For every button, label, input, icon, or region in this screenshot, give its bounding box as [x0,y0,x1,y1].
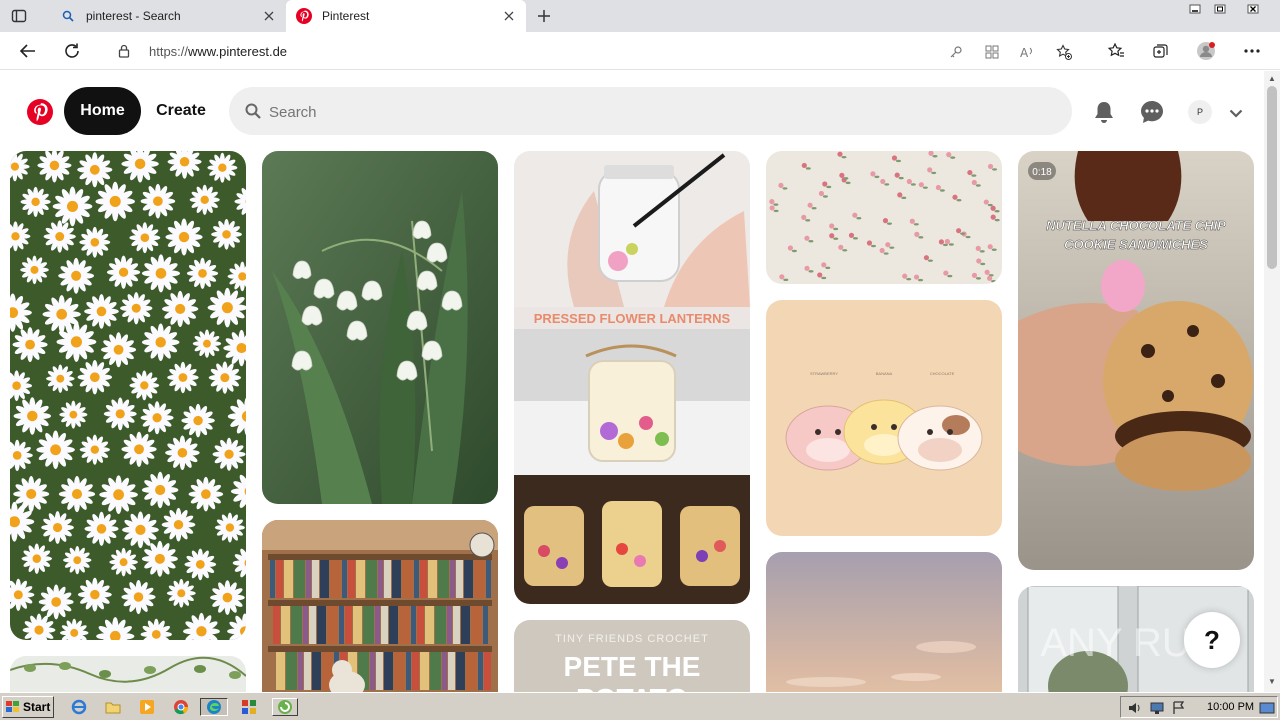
windows-taskbar: Start 10:00 PM [0,692,1280,720]
profile-icon[interactable] [1196,41,1216,61]
pin-daisies[interactable] [10,151,246,640]
key-icon[interactable] [948,44,964,60]
tab-actions-icon[interactable] [10,7,28,25]
pin-nutella-cookies-video[interactable]: 0:18 NUTELLA CHOCOLATE CHIP COOKIE SANDW… [1018,151,1254,570]
refresh-icon[interactable] [62,41,82,61]
lanterns-image: PRESSED FLOWER LANTERNS [514,151,750,604]
ie-icon[interactable] [70,698,88,716]
crochet-subtitle: TINY FRIENDS CROCHET [555,633,709,645]
pin-floral-pattern[interactable] [766,151,1002,284]
create-button[interactable]: Create [148,87,214,135]
media-player-icon[interactable] [138,698,156,716]
ivy-image [10,656,246,692]
help-button[interactable]: ? [1184,612,1240,668]
read-aloud-icon[interactable]: A [1020,44,1036,60]
app-grid-icon[interactable] [240,698,258,716]
video-duration-badge: 0:18 [1032,167,1052,178]
close-window-button[interactable] [1242,2,1264,16]
nutella-title-line2: COOKIE SANDWICHES [1064,237,1208,252]
collections-icon[interactable] [1151,41,1171,61]
more-options-icon[interactable] [1242,41,1262,61]
url-text[interactable]: https://www.pinterest.de [149,44,287,59]
chocolate-cow [897,405,983,471]
apps-icon[interactable] [984,44,1000,60]
chevron-down-icon[interactable] [1227,104,1245,122]
pin-pressed-flower-lanterns[interactable]: PRESSED FLOWER LANTERNS [514,151,750,604]
volume-icon[interactable] [1127,700,1143,716]
flag-icon[interactable] [1171,700,1187,716]
notifications-bell-icon[interactable] [1091,99,1117,125]
network-icon[interactable] [1149,700,1165,716]
minimize-button[interactable] [1184,2,1206,16]
nutella-cookies-image: 0:18 NUTELLA CHOCOLATE CHIP COOKIE SANDW… [1018,151,1254,570]
cows-illustration: STRAWBERRY BANANA CHOCOLATE [766,300,1002,536]
folder-icon[interactable] [104,698,122,716]
pin-cute-cows[interactable]: STRAWBERRY BANANA CHOCOLATE [766,300,1002,536]
search-bar[interactable] [229,87,1072,135]
daisies-image [10,151,246,640]
crochet-image: TINY FRIENDS CROCHET PETE THE POTATO [514,620,750,692]
bookshelf-illustration [262,520,498,692]
system-tray: 10:00 PM [1120,696,1278,718]
start-label: Start [23,700,51,714]
pin-ivy[interactable] [10,656,246,692]
scrollbar-thumb[interactable] [1267,86,1277,269]
edge-icon[interactable] [200,698,228,716]
clock[interactable]: 10:00 PM [1207,701,1254,713]
scroll-down-icon[interactable]: ▼ [1268,677,1276,686]
search-icon [245,103,261,124]
back-arrow-icon[interactable] [18,41,38,61]
close-tab-icon[interactable] [262,9,276,23]
pinterest-page: Home Create P [0,71,1264,692]
page-scrollbar[interactable]: ▲ ▼ [1264,71,1280,692]
avatar[interactable]: P [1188,100,1212,124]
crochet-title-line1: PETE THE [564,651,701,682]
tab-pinterest[interactable]: Pinterest [286,0,526,32]
svg-text:A: A [1020,46,1029,59]
crochet-title-line2: POTATO [576,683,688,692]
cow-label: STRAWBERRY [810,371,838,376]
restore-button[interactable] [1209,2,1231,16]
new-tab-button[interactable] [534,6,554,26]
tab-pinterest-search[interactable]: pinterest - Search [50,0,286,32]
pin-cozy-bookshelf[interactable] [262,520,498,692]
lock-icon[interactable] [118,44,130,63]
address-bar[interactable]: https://www.pinterest.de A [100,36,1090,66]
browser-tab-strip: pinterest - Search Pinterest [0,0,1280,32]
cow-label: CHOCOLATE [930,371,955,376]
floral-pattern-image [766,151,1002,284]
address-toolbar: https://www.pinterest.de A [0,32,1280,70]
windows-logo-icon [6,701,19,712]
cow-label: BANANA [876,371,893,376]
add-favorite-icon[interactable] [1056,44,1072,60]
scroll-up-icon[interactable]: ▲ [1268,74,1276,83]
sunset-image [766,552,1002,692]
lantern-jars [524,501,740,587]
pin-crochet-potato[interactable]: TINY FRIENDS CROCHET PETE THE POTATO [514,620,750,692]
home-button[interactable]: Home [64,87,141,135]
lily-of-the-valley-image [262,151,498,504]
show-desktop-icon[interactable] [1259,700,1275,716]
search-icon [60,8,76,24]
pinterest-favicon-icon [296,8,312,24]
green-app-icon[interactable] [272,698,298,716]
tab-title: pinterest - Search [86,9,181,23]
search-input[interactable] [269,101,1049,123]
pin-lily-of-the-valley[interactable] [262,151,498,504]
messages-icon[interactable] [1139,99,1165,125]
nutella-title-line1: NUTELLA CHOCOLATE CHIP [1046,218,1226,233]
pinterest-logo-icon[interactable] [27,99,53,125]
close-tab-icon[interactable] [502,9,516,23]
lanterns-title: PRESSED FLOWER LANTERNS [534,311,731,326]
start-button[interactable]: Start [2,696,54,718]
tab-title: Pinterest [322,9,370,23]
pin-sunset-sky[interactable] [766,552,1002,692]
favorites-icon[interactable] [1106,41,1126,61]
chrome-icon[interactable] [172,698,190,716]
